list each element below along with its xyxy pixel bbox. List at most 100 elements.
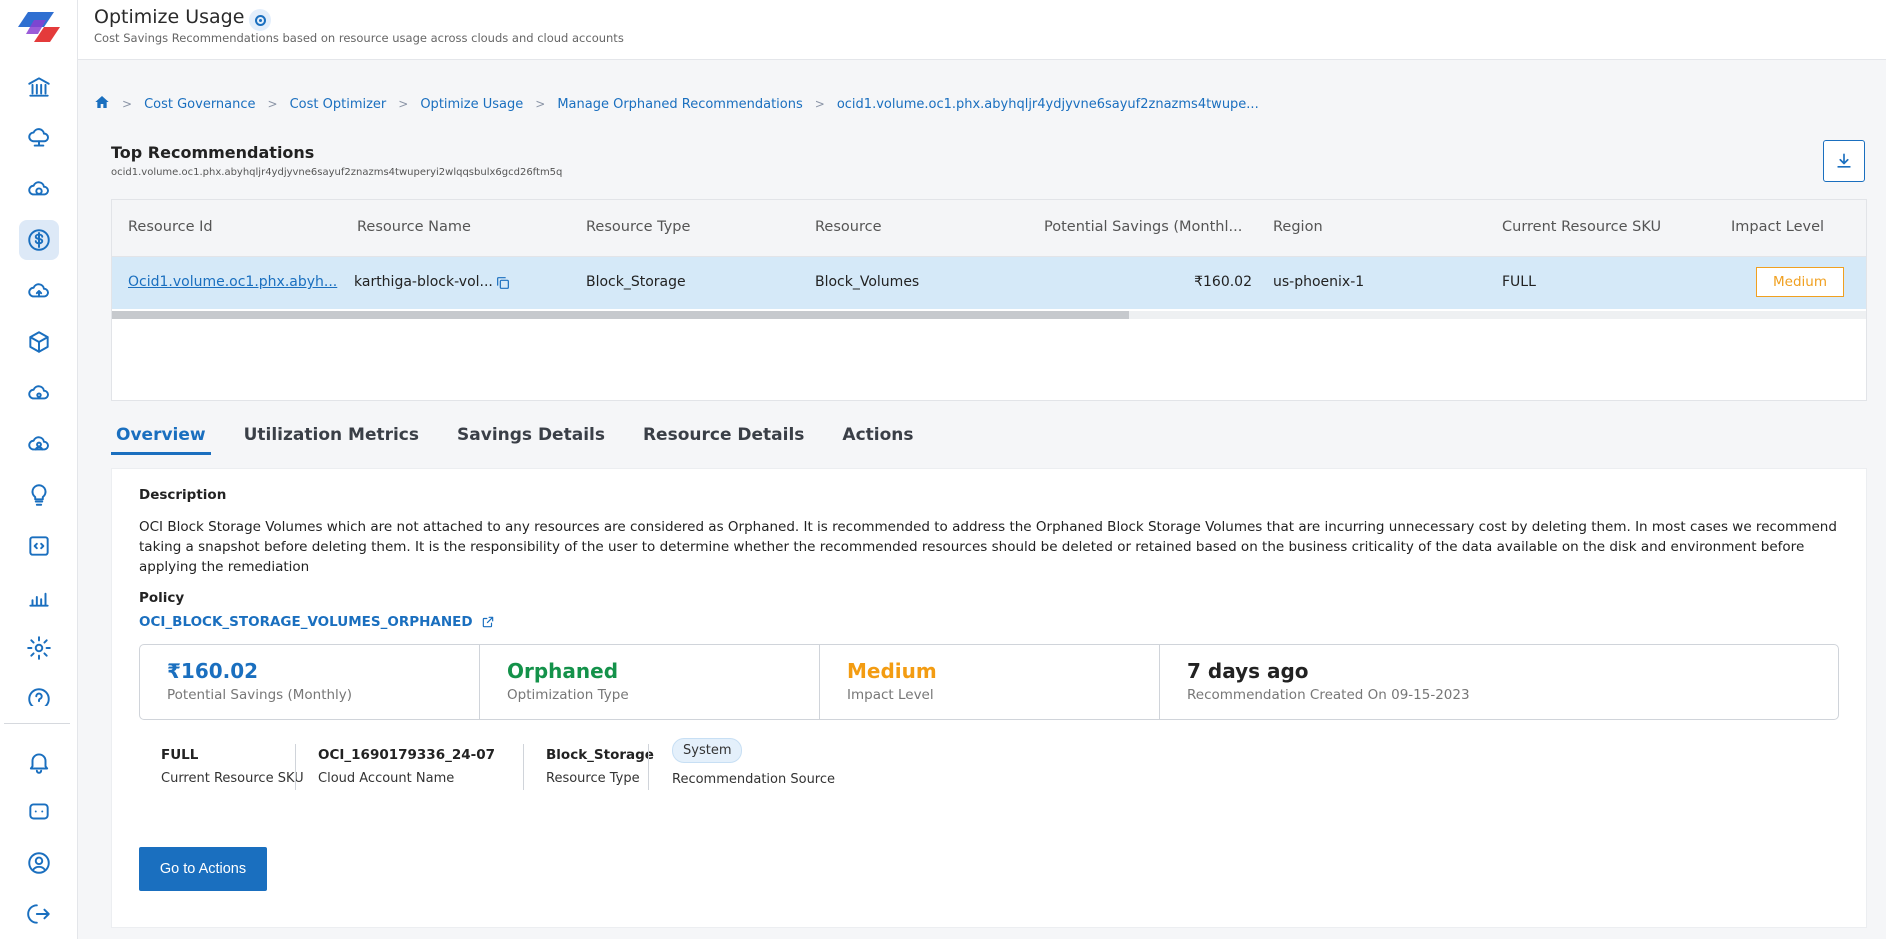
bank-icon[interactable] bbox=[19, 67, 59, 107]
go-to-actions-button[interactable]: Go to Actions bbox=[139, 847, 267, 891]
meta-value: OCI_1690179336_24-07 bbox=[318, 747, 496, 763]
stat-optimization-type: Orphaned Optimization Type bbox=[480, 645, 820, 719]
app-logo[interactable] bbox=[14, 10, 64, 44]
home-icon[interactable] bbox=[94, 94, 110, 114]
breadcrumb-optimize-usage[interactable]: Optimize Usage bbox=[420, 97, 523, 112]
breadcrumb-separator: > bbox=[398, 97, 409, 111]
stat-value: ₹160.02 bbox=[167, 659, 259, 683]
resource-id-link[interactable]: Ocid1.volume.oc1.phx.abyh... bbox=[128, 274, 337, 290]
download-button[interactable] bbox=[1823, 140, 1865, 182]
detail-tabs: Overview Utilization Metrics Savings Det… bbox=[111, 421, 947, 455]
dollar-icon[interactable] bbox=[19, 220, 59, 260]
column-header-resource-type[interactable]: Resource Type bbox=[586, 219, 690, 235]
breadcrumb: > Cost Governance > Cost Optimizer > Opt… bbox=[94, 94, 1259, 114]
tab-savings-details[interactable]: Savings Details bbox=[452, 421, 610, 455]
column-header-potential-savings[interactable]: Potential Savings (Monthl... bbox=[1044, 219, 1242, 235]
logout-icon[interactable] bbox=[19, 894, 59, 934]
cloud-user-icon[interactable] bbox=[19, 424, 59, 464]
breadcrumb-separator: > bbox=[535, 97, 546, 111]
stat-impact-level: Medium Impact Level bbox=[820, 645, 1160, 719]
column-header-region[interactable]: Region bbox=[1273, 219, 1323, 235]
page-title: Optimize Usage bbox=[94, 6, 245, 28]
download-icon bbox=[1837, 153, 1851, 168]
stat-label: Potential Savings (Monthly) bbox=[167, 687, 353, 703]
help-icon[interactable] bbox=[19, 686, 59, 706]
sidebar bbox=[0, 0, 78, 939]
column-header-resource[interactable]: Resource bbox=[815, 219, 882, 235]
resource-type-cell: Block_Storage bbox=[586, 274, 686, 290]
code-file-icon[interactable] bbox=[19, 526, 59, 566]
lightbulb-icon[interactable] bbox=[19, 475, 59, 515]
overview-panel: Description OCI Block Storage Volumes wh… bbox=[111, 468, 1867, 928]
table-header: Resource Id Resource Name Resource Type … bbox=[112, 200, 1866, 257]
cube-icon[interactable] bbox=[19, 322, 59, 362]
stat-value: Orphaned bbox=[507, 659, 619, 683]
section-title: Top Recommendations bbox=[111, 143, 315, 162]
stat-created-on: 7 days ago Recommendation Created On 09-… bbox=[1160, 645, 1838, 719]
tab-actions[interactable]: Actions bbox=[837, 421, 918, 455]
sku-cell: FULL bbox=[1502, 274, 1536, 290]
column-header-sku[interactable]: Current Resource SKU bbox=[1502, 219, 1661, 235]
stat-label: Recommendation Created On 09-15-2023 bbox=[1187, 687, 1470, 703]
stat-label: Impact Level bbox=[847, 687, 934, 703]
breadcrumb-separator: > bbox=[122, 97, 133, 111]
breadcrumb-cost-optimizer[interactable]: Cost Optimizer bbox=[290, 97, 387, 112]
stat-value: 7 days ago bbox=[1187, 659, 1309, 683]
tab-resource-details[interactable]: Resource Details bbox=[638, 421, 809, 455]
meta-resource-type: Block_Storage Resource Type bbox=[546, 747, 654, 786]
meta-label: Resource Type bbox=[546, 771, 640, 786]
meta-value: Block_Storage bbox=[546, 747, 654, 763]
meta-label: Cloud Account Name bbox=[318, 771, 455, 786]
table-row[interactable]: Ocid1.volume.oc1.phx.abyh... karthiga-bl… bbox=[112, 257, 1866, 309]
savings-cell: ₹160.02 bbox=[1194, 274, 1252, 290]
meta-label: Current Resource SKU bbox=[161, 771, 304, 786]
gear-icon[interactable] bbox=[19, 628, 59, 668]
meta-cloud-account: OCI_1690179336_24-07 Cloud Account Name bbox=[318, 747, 495, 786]
cloud-settings-icon[interactable] bbox=[19, 373, 59, 413]
breadcrumb-separator: > bbox=[814, 97, 825, 111]
horizontal-scrollbar[interactable] bbox=[112, 311, 1866, 319]
status-indicator-icon[interactable] bbox=[249, 9, 271, 31]
policy-name[interactable]: OCI_BLOCK_STORAGE_VOLUMES_ORPHANED bbox=[139, 614, 473, 630]
policy-label: Policy bbox=[139, 590, 185, 606]
breadcrumb-current-resource: ocid1.volume.oc1.phx.abyhqljr4ydjyvne6sa… bbox=[836, 96, 1259, 112]
tab-utilization-metrics[interactable]: Utilization Metrics bbox=[239, 421, 424, 455]
summary-stats: ₹160.02 Potential Savings (Monthly) Orph… bbox=[139, 644, 1839, 720]
resource-cell: Block_Volumes bbox=[815, 274, 920, 290]
tab-overview[interactable]: Overview bbox=[111, 421, 211, 455]
copy-icon[interactable] bbox=[495, 275, 511, 291]
chat-icon[interactable] bbox=[19, 792, 59, 832]
resource-name-cell: karthiga-block-vol... bbox=[354, 274, 493, 290]
bell-icon[interactable] bbox=[19, 742, 59, 782]
meta-label: Recommendation Source bbox=[672, 772, 836, 787]
recommendations-table: Resource Id Resource Name Resource Type … bbox=[111, 199, 1867, 401]
meta-value: FULL bbox=[161, 747, 199, 763]
page-subtitle: Cost Savings Recommendations based on re… bbox=[94, 31, 624, 45]
user-icon[interactable] bbox=[19, 843, 59, 883]
breadcrumb-manage-orphaned[interactable]: Manage Orphaned Recommendations bbox=[557, 97, 802, 112]
stat-label: Optimization Type bbox=[507, 687, 629, 703]
stat-value: Medium bbox=[847, 659, 937, 683]
external-link-icon bbox=[482, 616, 493, 628]
cloud-upload-icon[interactable] bbox=[19, 271, 59, 311]
cloud-network-icon[interactable] bbox=[19, 118, 59, 158]
policy-link[interactable]: OCI_BLOCK_STORAGE_VOLUMES_ORPHANED bbox=[139, 614, 495, 630]
scrollbar-thumb[interactable] bbox=[112, 311, 1130, 319]
meta-divider bbox=[648, 744, 649, 790]
bar-chart-icon[interactable] bbox=[19, 577, 59, 617]
column-header-resource-id[interactable]: Resource Id bbox=[128, 219, 213, 235]
breadcrumb-cost-governance[interactable]: Cost Governance bbox=[144, 97, 255, 112]
cloud-sync-icon[interactable] bbox=[19, 169, 59, 209]
region-cell: us-phoenix-1 bbox=[1273, 274, 1365, 290]
column-header-impact-level[interactable]: Impact Level bbox=[1731, 219, 1824, 235]
sidebar-divider bbox=[4, 723, 70, 724]
page-header: Optimize Usage Cost Savings Recommendati… bbox=[78, 0, 1886, 60]
meta-recommendation-source: System Recommendation Source bbox=[672, 738, 835, 787]
meta-divider bbox=[523, 744, 524, 790]
stat-potential-savings: ₹160.02 Potential Savings (Monthly) bbox=[140, 645, 480, 719]
column-header-resource-name[interactable]: Resource Name bbox=[357, 219, 471, 235]
breadcrumb-separator: > bbox=[267, 97, 278, 111]
impact-level-badge: Medium bbox=[1756, 267, 1844, 297]
source-chip: System bbox=[672, 738, 743, 763]
resource-id-full: ocid1.volume.oc1.phx.abyhqljr4ydjyvne6sa… bbox=[111, 167, 563, 178]
